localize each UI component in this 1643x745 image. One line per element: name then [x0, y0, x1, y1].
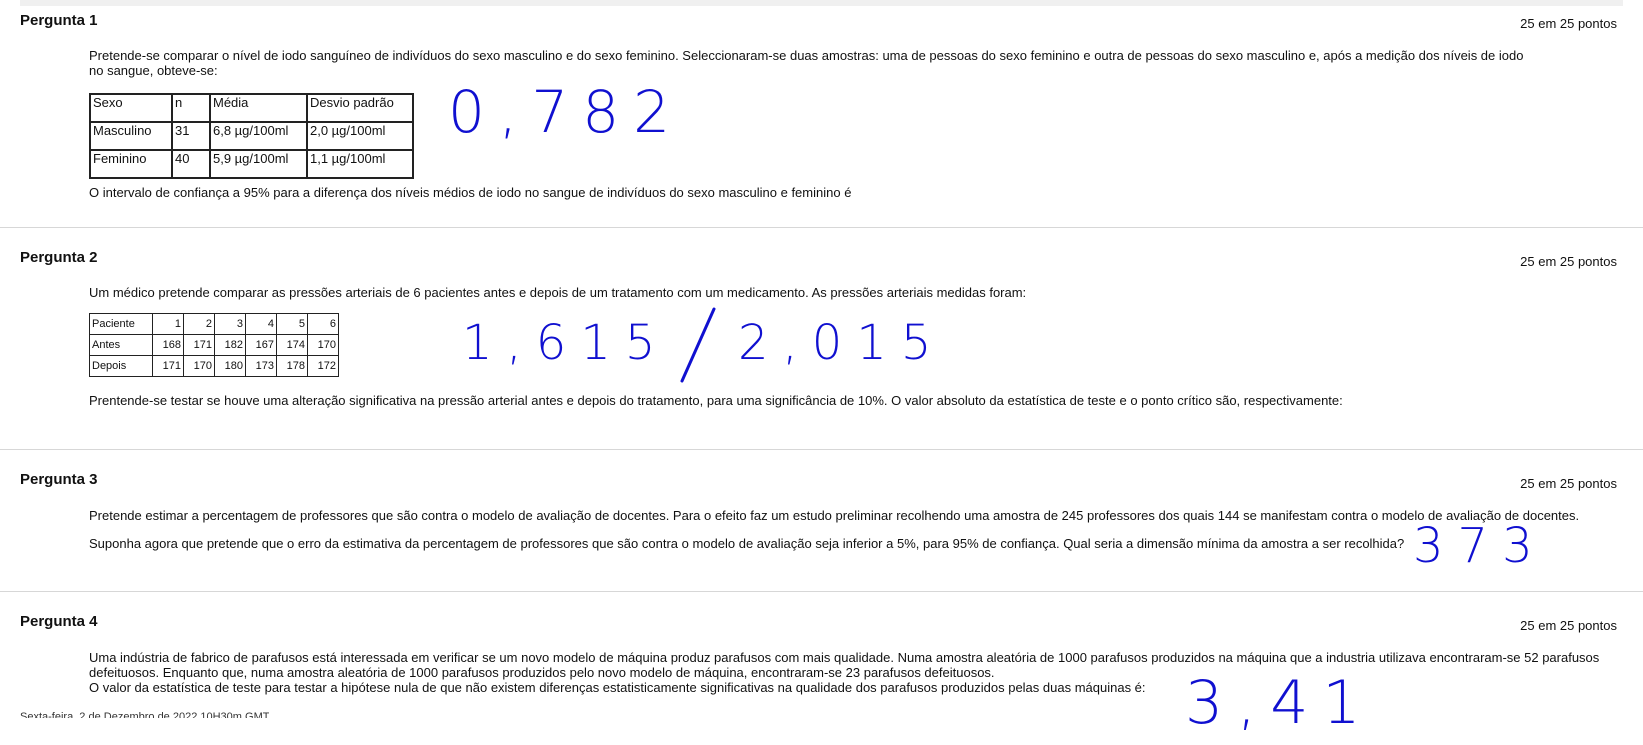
table-row: Antes 168 171 182 167 174 170 — [89, 334, 339, 356]
table-cell: Depois — [89, 355, 153, 377]
handwritten-slash-mark — [680, 307, 716, 383]
table-cell: 182 — [214, 334, 246, 356]
iodine-table: Sexo n Média Desvio padrão Masculino 31 … — [89, 93, 414, 179]
table-row: Depois 171 170 180 173 178 172 — [89, 355, 339, 377]
table-header-cell: 5 — [276, 313, 308, 335]
question-2-points: 25 em 25 pontos — [1520, 254, 1617, 269]
question-1-title: Pergunta 1 — [20, 12, 98, 29]
table-cell: 172 — [307, 355, 339, 377]
divider — [0, 227, 1643, 228]
question-3-prompt: Suponha agora que pretende que o erro da… — [89, 536, 1405, 551]
question-3-text: Pretende estimar a percentagem de profes… — [89, 508, 1580, 523]
table-row: Feminino 40 5,9 µg/100ml 1,1 µg/100ml — [89, 149, 414, 179]
table-cell: 2,0 µg/100ml — [306, 121, 414, 151]
question-3-points: 25 em 25 pontos — [1520, 476, 1617, 491]
question-1-points: 25 em 25 pontos — [1520, 16, 1617, 31]
table-header-cell: 2 — [183, 313, 215, 335]
table-header-cell: 4 — [245, 313, 277, 335]
table-cell: 173 — [245, 355, 277, 377]
table-header-cell: n — [171, 93, 211, 123]
table-header-row: Sexo n Média Desvio padrão — [89, 93, 414, 123]
table-cell: 5,9 µg/100ml — [209, 149, 308, 179]
table-cell: 168 — [152, 334, 184, 356]
table-cell: Feminino — [89, 149, 173, 179]
table-header-cell: Média — [209, 93, 308, 123]
divider — [0, 449, 1643, 450]
handwritten-answer-2a: 1,615 — [462, 315, 670, 371]
table-cell: 1,1 µg/100ml — [306, 149, 414, 179]
table-cell: 174 — [276, 334, 308, 356]
table-cell: 178 — [276, 355, 308, 377]
handwritten-answer-4: 3,41 — [1185, 668, 1375, 738]
handwritten-answer-1: 0,782 — [448, 78, 685, 146]
question-2-title: Pergunta 2 — [20, 249, 98, 266]
table-header-cell: 6 — [307, 313, 339, 335]
question-3-title: Pergunta 3 — [20, 471, 98, 488]
table-cell: 31 — [171, 121, 211, 151]
table-header-cell: Desvio padrão — [306, 93, 414, 123]
table-header-row: Paciente 1 2 3 4 5 6 — [89, 313, 339, 335]
table-cell: 40 — [171, 149, 211, 179]
table-header-cell: 1 — [152, 313, 184, 335]
footer-timestamp: Sexta-feira, 2 de Dezembro de 2022 10H30… — [20, 712, 270, 718]
table-cell: 6,8 µg/100ml — [209, 121, 308, 151]
pressure-table: Paciente 1 2 3 4 5 6 Antes 168 171 182 1… — [89, 313, 339, 377]
table-cell: 180 — [214, 355, 246, 377]
question-4-points: 25 em 25 pontos — [1520, 618, 1617, 633]
table-cell: 171 — [152, 355, 184, 377]
top-bar — [20, 0, 1623, 6]
handwritten-answer-2b: 2,015 — [738, 315, 946, 371]
table-cell: Masculino — [89, 121, 173, 151]
question-4-text: Uma indústria de fabrico de parafusos es… — [89, 650, 1600, 680]
question-4-prompt: O valor da estatística de teste para tes… — [89, 680, 1146, 695]
table-header-cell: 3 — [214, 313, 246, 335]
question-1-prompt: O intervalo de confiança a 95% para a di… — [89, 185, 852, 200]
table-cell: 170 — [183, 355, 215, 377]
table-header-cell: Paciente — [89, 313, 153, 335]
table-row: Masculino 31 6,8 µg/100ml 2,0 µg/100ml — [89, 121, 414, 151]
question-1-text: Pretende-se comparar o nível de iodo san… — [89, 48, 1524, 78]
question-2-prompt: Prentende-se testar se houve uma alteraç… — [89, 393, 1343, 408]
question-2-text: Um médico pretende comparar as pressões … — [89, 285, 1027, 300]
question-4-title: Pergunta 4 — [20, 613, 98, 630]
handwritten-answer-3: 373 — [1413, 518, 1547, 574]
divider — [0, 591, 1643, 592]
table-cell: 170 — [307, 334, 339, 356]
table-cell: 171 — [183, 334, 215, 356]
table-header-cell: Sexo — [89, 93, 173, 123]
table-cell: 167 — [245, 334, 277, 356]
table-cell: Antes — [89, 334, 153, 356]
